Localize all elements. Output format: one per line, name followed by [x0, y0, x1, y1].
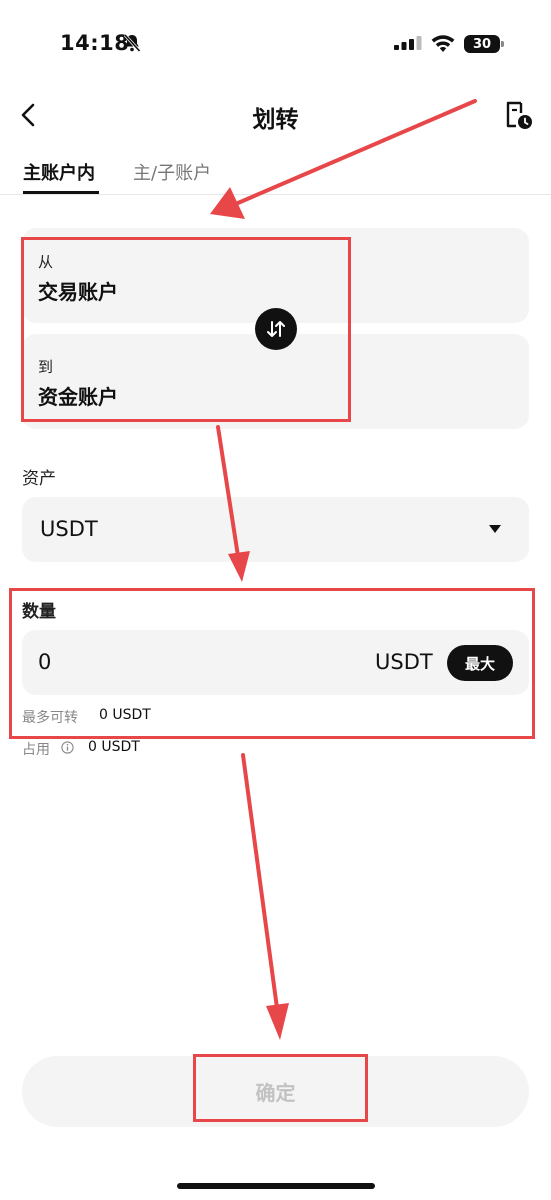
info-icon[interactable] — [61, 741, 74, 754]
transfer-history-icon[interactable] — [503, 100, 533, 130]
annotation-box-accounts — [21, 237, 351, 422]
annotation-box-confirm — [193, 1054, 368, 1122]
annotation-arrow-3 — [241, 753, 279, 1010]
bell-muted-icon — [123, 33, 141, 53]
page-title: 划转 — [252, 107, 299, 133]
tab-main-account[interactable]: 主账户内 — [23, 159, 95, 185]
asset-label: 资产 — [22, 469, 56, 489]
asset-selected-value: USDT — [40, 517, 98, 541]
battery-indicator: 30 — [464, 35, 500, 53]
signal-icon — [394, 36, 422, 50]
asset-select[interactable] — [22, 497, 529, 562]
annotation-box-amount — [9, 588, 535, 739]
status-time: 14:18 — [60, 31, 130, 55]
battery-tip — [501, 41, 504, 47]
wifi-icon — [431, 35, 455, 52]
dropdown-caret-icon — [489, 525, 501, 533]
home-indicator — [177, 1183, 375, 1189]
occupied-value: 0 USDT — [88, 739, 140, 755]
occupied-label: 占用 — [22, 742, 50, 758]
annotation-arrowhead-1 — [210, 187, 245, 219]
tabs-divider — [0, 194, 551, 195]
annotation-arrowhead-3 — [266, 1003, 289, 1040]
tab-main-sub-account[interactable]: 主/子账户 — [133, 159, 211, 185]
